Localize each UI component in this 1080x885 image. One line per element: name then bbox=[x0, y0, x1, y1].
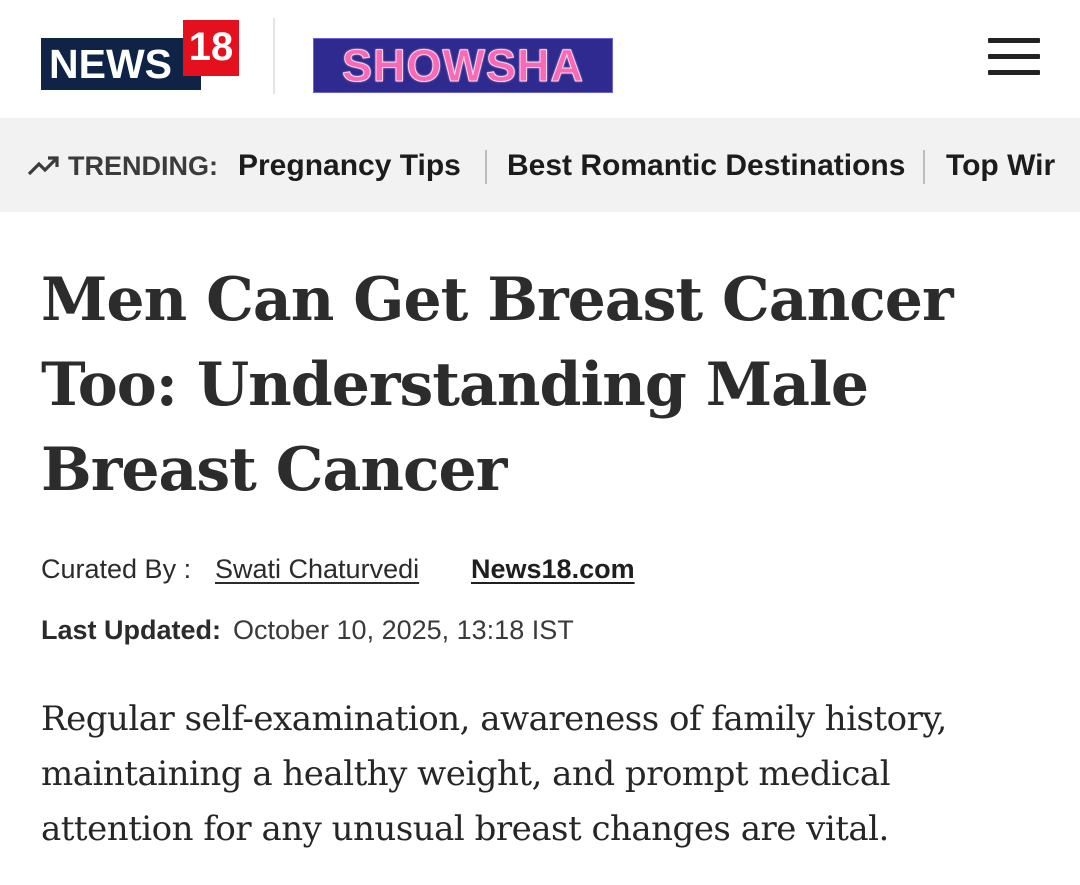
article-headline: Men Can Get Breast Cancer Too: Understan… bbox=[41, 265, 954, 505]
trending-link-best-romantic-destinations[interactable]: Best Romantic Destinations bbox=[507, 148, 905, 184]
curated-by-label: Curated By : bbox=[41, 554, 192, 584]
author-link[interactable]: Swati Chaturvedi bbox=[215, 552, 419, 586]
trending-separator bbox=[923, 150, 925, 184]
trending-link-top-wir[interactable]: Top Wir bbox=[946, 148, 1055, 184]
menu-bar-line bbox=[988, 38, 1040, 43]
site-header: NEWS 18 SHOWSHA bbox=[0, 0, 1080, 118]
hamburger-menu-icon[interactable] bbox=[988, 38, 1040, 76]
source-link[interactable]: News18.com bbox=[471, 552, 635, 586]
menu-bar-line bbox=[988, 70, 1040, 75]
last-updated-label: Last Updated: bbox=[41, 615, 222, 645]
article-summary: Regular self-examination, awareness of f… bbox=[41, 699, 947, 849]
header-divider bbox=[273, 18, 275, 94]
menu-bar-line bbox=[988, 54, 1040, 59]
trending-separator bbox=[485, 150, 487, 184]
trending-link-pregnancy-tips[interactable]: Pregnancy Tips bbox=[238, 148, 461, 184]
showsha-logo[interactable]: SHOWSHA bbox=[313, 38, 613, 93]
news18-logo[interactable]: NEWS 18 bbox=[41, 20, 241, 92]
news18-logo-number: 18 bbox=[183, 20, 239, 76]
news18-logo-wordmark: NEWS bbox=[41, 38, 201, 90]
last-updated-timestamp: October 10, 2025, 13:18 IST bbox=[233, 615, 574, 645]
trending-links: Pregnancy Tips Best Romantic Destination… bbox=[0, 118, 1058, 212]
